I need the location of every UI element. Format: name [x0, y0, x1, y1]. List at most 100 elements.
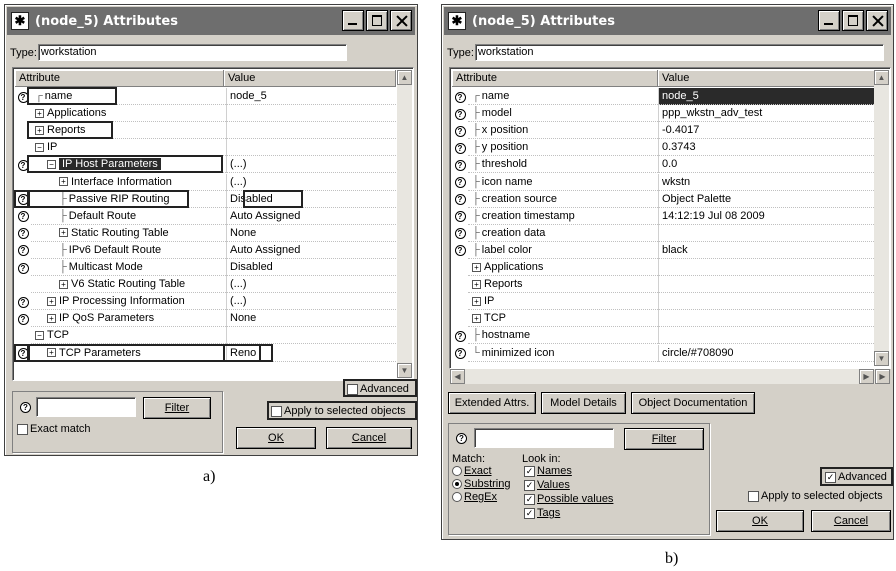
table-row[interactable]: ? ┌ name node_5: [452, 88, 876, 105]
title-bar-b[interactable]: ✱ (node_5) Attributes: [444, 7, 891, 35]
column-header-value[interactable]: Value: [224, 70, 396, 87]
close-button[interactable]: [390, 10, 412, 31]
table-row[interactable]: ? ├ Default Route Auto Assigned: [15, 207, 396, 225]
attribute-name-cell[interactable]: + TCP: [468, 310, 658, 328]
table-row[interactable]: ? ├ threshold 0.0: [452, 156, 876, 174]
help-icon[interactable]: ?: [454, 245, 466, 257]
table-row[interactable]: + Reports: [452, 276, 876, 294]
expand-icon[interactable]: +: [35, 108, 44, 118]
table-row[interactable]: + Applications: [452, 259, 876, 276]
attribute-name-cell[interactable]: ├ x position: [468, 122, 658, 140]
help-icon[interactable]: ?: [454, 159, 466, 171]
table-row[interactable]: ? + IP QoS Parameters None: [15, 310, 396, 328]
help-icon[interactable]: ?: [454, 142, 466, 154]
attribute-name-cell[interactable]: └ minimized icon: [468, 345, 658, 362]
help-icon[interactable]: ?: [17, 228, 29, 240]
attribute-name-cell[interactable]: + Static Routing Table: [31, 225, 226, 242]
vertical-scrollbar-a[interactable]: ▲ ▼: [397, 70, 412, 378]
attribute-value-cell[interactable]: (...): [226, 173, 396, 191]
apply-selected-checkbox-b[interactable]: Apply to selected objects: [748, 490, 883, 502]
attribute-value-cell[interactable]: [226, 122, 396, 140]
attribute-name-cell[interactable]: − IP Host Parameters: [31, 156, 226, 174]
attribute-name-cell[interactable]: ├ IPv6 Default Route: [31, 242, 226, 259]
expand-icon[interactable]: +: [35, 125, 44, 135]
help-icon[interactable]: ?: [454, 211, 466, 223]
expand-icon[interactable]: +: [472, 313, 481, 323]
help-icon[interactable]: ?: [17, 194, 29, 206]
attribute-name-cell[interactable]: + IP QoS Parameters: [31, 310, 226, 328]
table-row[interactable]: ? ├ IPv6 Default Route Auto Assigned: [15, 241, 396, 259]
attribute-name-cell[interactable]: ┌ name: [31, 88, 226, 105]
attribute-value-cell[interactable]: (...): [226, 293, 396, 311]
table-row[interactable]: ? ├ model ppp_wkstn_adv_test: [452, 105, 876, 123]
match-option[interactable]: RegEx: [452, 491, 497, 503]
help-icon[interactable]: ?: [454, 91, 466, 103]
table-row[interactable]: ? ├ icon name wkstn: [452, 173, 876, 191]
help-icon[interactable]: ?: [454, 108, 466, 120]
minimize-button[interactable]: [342, 10, 364, 31]
look-in-option[interactable]: ✓ Values: [524, 479, 570, 491]
attribute-value-cell[interactable]: node_5: [226, 88, 396, 105]
help-icon[interactable]: ?: [17, 348, 29, 359]
scroll-down-arrow[interactable]: ▼: [874, 351, 889, 366]
attribute-value-cell[interactable]: black: [658, 241, 876, 259]
check-box[interactable]: ✓: [524, 493, 535, 505]
attribute-value-cell[interactable]: Disabled: [226, 190, 396, 208]
help-icon[interactable]: ?: [20, 402, 31, 413]
expand-icon[interactable]: +: [59, 279, 68, 289]
attribute-value-cell[interactable]: ppp_wkstn_adv_test: [658, 105, 876, 123]
table-row[interactable]: ? └ minimized icon circle/#708090: [452, 344, 876, 362]
radio-button[interactable]: [452, 492, 462, 503]
attribute-value-cell[interactable]: [226, 105, 396, 123]
attribute-value-cell[interactable]: None: [226, 310, 396, 328]
table-row[interactable]: ? ├ creation source Object Palette: [452, 190, 876, 208]
filter-input-b[interactable]: [474, 428, 614, 448]
expand-icon[interactable]: +: [47, 296, 56, 306]
table-row[interactable]: ? ├ y position 0.3743: [452, 139, 876, 157]
column-header-value[interactable]: Value: [658, 70, 876, 87]
minimize-button[interactable]: [818, 10, 840, 31]
model-details-button[interactable]: Model Details: [541, 392, 626, 414]
check-box[interactable]: ✓: [524, 479, 535, 491]
table-row[interactable]: − TCP: [15, 327, 396, 345]
table-row[interactable]: ? ├ creation timestamp 14:12:19 Jul 08 2009: [452, 207, 876, 225]
attribute-name-cell[interactable]: + IP Processing Information: [31, 293, 226, 311]
cancel-button-a[interactable]: Cancel: [326, 427, 412, 449]
attribute-value-cell[interactable]: circle/#708090: [658, 344, 876, 362]
match-option[interactable]: Exact: [452, 465, 492, 477]
advanced-checkbox-b[interactable]: ✓ Advanced: [825, 471, 887, 483]
table-row[interactable]: ? + IP Processing Information (...): [15, 293, 396, 311]
table-row[interactable]: ? ├ creation data: [452, 224, 876, 242]
table-row[interactable]: − IP: [15, 139, 396, 157]
maximize-button[interactable]: [366, 10, 388, 31]
table-row[interactable]: ? ├ hostname: [452, 327, 876, 345]
look-in-option[interactable]: ✓ Names: [524, 465, 572, 477]
attribute-name-cell[interactable]: + Reports: [31, 122, 226, 140]
collapse-icon[interactable]: −: [35, 142, 44, 152]
collapse-icon[interactable]: −: [47, 159, 56, 169]
attribute-name-cell[interactable]: + Interface Information: [31, 174, 226, 191]
column-header-attribute[interactable]: Attribute: [15, 70, 224, 87]
help-icon[interactable]: ?: [454, 348, 466, 359]
attribute-value-cell[interactable]: [658, 327, 876, 345]
radio-button[interactable]: [452, 479, 462, 490]
help-icon[interactable]: ?: [17, 159, 29, 171]
help-icon[interactable]: ?: [456, 433, 467, 444]
attribute-value-cell[interactable]: 0.3743: [658, 139, 876, 157]
advanced-check-box[interactable]: [347, 383, 358, 395]
attribute-value-cell[interactable]: Disabled: [226, 259, 396, 276]
look-in-option[interactable]: ✓ Possible values: [524, 493, 613, 505]
table-row[interactable]: + IP: [452, 293, 876, 311]
table-row[interactable]: + Applications: [15, 105, 396, 123]
help-icon[interactable]: ?: [454, 194, 466, 206]
attribute-name-cell[interactable]: ├ label color: [468, 242, 658, 259]
table-row[interactable]: ? ├ x position -0.4017: [452, 122, 876, 140]
table-row[interactable]: + Interface Information (...): [15, 173, 396, 191]
exact-match-check-box[interactable]: [17, 423, 28, 435]
attribute-name-cell[interactable]: ┌ name: [468, 88, 658, 105]
attribute-name-cell[interactable]: ├ hostname: [468, 327, 658, 345]
filter-button-a[interactable]: Filter: [143, 397, 211, 419]
attribute-value-cell[interactable]: (...): [226, 156, 396, 174]
filter-button-b[interactable]: Filter: [624, 428, 704, 450]
expand-icon[interactable]: +: [47, 348, 56, 358]
